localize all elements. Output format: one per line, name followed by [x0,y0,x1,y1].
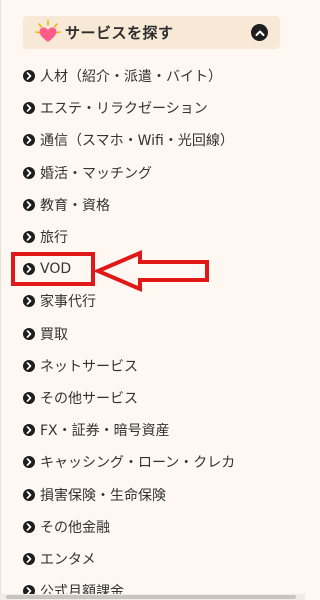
chevron-right-icon [23,198,35,211]
category-item[interactable]: その他金融 [23,511,293,543]
category-label: 人材（紹介・派遣・バイト） [40,69,222,86]
chevron-right-icon [23,70,35,83]
category-item[interactable]: ネットサービス [23,350,293,382]
category-label: VOD [40,261,72,278]
category-item[interactable]: エンタメ [23,543,293,575]
category-label: ネットサービス [40,358,138,375]
chevron-right-icon [23,359,35,372]
category-label: 通信（スマホ・Wifi・光回線） [40,133,234,150]
chevron-right-icon [23,520,35,533]
category-label: 損害保険・生命保険 [40,487,166,504]
category-item[interactable]: 人材（紹介・派遣・バイト） [23,60,293,92]
chevron-right-icon [23,102,35,115]
category-item[interactable]: その他サービス [23,382,293,414]
category-label: 家事代行 [40,294,96,311]
category-item[interactable]: キャッシング・ローン・クレカ [23,446,293,478]
category-item[interactable]: エステ・リラクゼーション [23,92,293,124]
chevron-right-icon [23,263,35,276]
category-item[interactable]: 買取 [23,318,293,350]
category-label: FX・証券・暗号資産 [40,423,170,440]
chevron-right-icon [23,391,35,404]
category-item[interactable]: 婚活・マッチング [23,157,293,189]
chevron-right-icon [23,424,35,437]
chevron-right-icon [23,456,35,469]
chevron-right-icon [23,488,35,501]
category-item[interactable]: 通信（スマホ・Wifi・光回線） [23,124,293,156]
category-item[interactable]: FX・証券・暗号資産 [23,414,293,446]
category-label: キャッシング・ローン・クレカ [40,455,236,472]
chevron-up-icon[interactable] [251,24,268,41]
category-label: 買取 [40,326,68,343]
category-label: 旅行 [40,230,68,247]
category-label: その他サービス [40,390,138,407]
category-label: エンタメ [40,551,96,568]
category-item[interactable]: 損害保険・生命保険 [23,478,293,510]
service-search-header[interactable]: サービスを探す [23,16,280,49]
category-label: 婚活・マッチング [40,165,152,182]
chevron-right-icon [23,166,35,179]
service-category-list: 人材（紹介・派遣・バイト） エステ・リラクゼーション 通信（スマホ・Wifi・光… [23,60,293,600]
heart-sparkle-icon [33,18,63,48]
chevron-right-icon [23,552,35,565]
category-label: エステ・リラクゼーション [40,101,208,118]
header-title: サービスを探す [65,24,174,42]
service-menu-panel: サービスを探す 人材（紹介・派遣・バイト） エステ・リラクゼーション 通信（スマ… [0,0,305,600]
chevron-right-icon [23,295,35,308]
chevron-right-icon [23,134,35,147]
horizontal-scrollbar[interactable] [0,594,305,600]
chevron-right-icon [23,231,35,244]
pointer-arrow-icon [95,249,209,293]
chevron-right-icon [23,327,35,340]
category-item[interactable]: 教育・資格 [23,189,293,221]
category-label: 教育・資格 [40,197,110,214]
category-label: その他金融 [40,519,110,536]
